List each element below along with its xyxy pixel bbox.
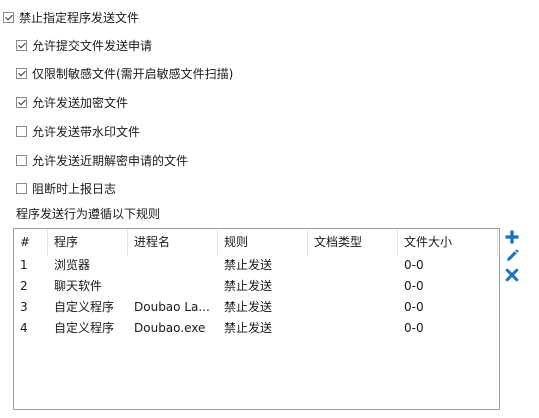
header-program[interactable]: 程序 <box>48 229 128 256</box>
checkbox-label: 允许提交文件发送申请 <box>32 38 153 53</box>
checkbox-label: 仅限制敏感文件(需开启敏感文件扫描) <box>32 66 234 81</box>
cell-rule: 禁止发送 <box>224 321 273 335</box>
pencil-icon <box>507 249 519 261</box>
checkbox-allow-submit-request[interactable]: 允许提交文件发送申请 <box>16 36 152 54</box>
checkbox-label: 允许发送近期解密申请的文件 <box>32 153 189 168</box>
checkbox-label: 允许发送带水印文件 <box>32 124 141 139</box>
cell-doctype <box>308 276 398 297</box>
cell-process: Doubao.exe <box>134 321 206 335</box>
checkbox-label: 允许发送加密文件 <box>32 95 129 110</box>
header-num[interactable]: # <box>14 229 48 256</box>
checkbox-allow-encrypted[interactable]: 允许发送加密文件 <box>16 93 128 111</box>
rules-table[interactable]: # 程序 进程名 规则 文档类型 文件大小 1 浏览器 禁止发送 0-0 2 聊… <box>13 228 500 410</box>
table-row[interactable]: 3 自定义程序 Doubao La... 禁止发送 0-0 <box>14 297 499 318</box>
cell-num: 1 <box>20 258 28 272</box>
checkbox-report-log[interactable]: 阻断时上报日志 <box>16 179 116 197</box>
cell-doctype <box>308 318 398 339</box>
checkbox-box[interactable] <box>16 125 27 137</box>
cell-size: 0-0 <box>404 321 424 335</box>
rules-caption: 程序发送行为遵循以下规则 <box>16 207 161 221</box>
edit-rule-button[interactable] <box>504 248 520 264</box>
delete-rule-button[interactable] <box>504 267 520 283</box>
plus-icon <box>505 230 519 244</box>
cell-doctype <box>308 297 398 318</box>
header-doctype[interactable]: 文档类型 <box>308 229 398 256</box>
cell-num: 4 <box>20 321 28 335</box>
cell-process <box>128 255 218 276</box>
cell-size: 0-0 <box>404 300 424 314</box>
cell-doctype <box>308 255 398 276</box>
checkbox-sensitive-only[interactable]: 仅限制敏感文件(需开启敏感文件扫描) <box>16 64 233 82</box>
table-row[interactable]: 4 自定义程序 Doubao.exe 禁止发送 0-0 <box>14 318 499 339</box>
cell-program: 浏览器 <box>54 258 91 272</box>
checkbox-box[interactable] <box>16 96 27 108</box>
cell-size: 0-0 <box>404 258 424 272</box>
cell-rule: 禁止发送 <box>224 300 273 314</box>
header-size[interactable]: 文件大小 <box>398 229 498 256</box>
checkbox-box[interactable] <box>16 182 27 194</box>
cell-program: 聊天软件 <box>54 279 103 293</box>
add-rule-button[interactable] <box>504 229 520 245</box>
cell-rule: 禁止发送 <box>224 258 273 272</box>
cell-program: 自定义程序 <box>54 321 115 335</box>
cell-program: 自定义程序 <box>54 300 115 314</box>
cell-num: 3 <box>20 300 28 314</box>
cell-size: 0-0 <box>404 279 424 293</box>
checkbox-label: 禁止指定程序发送文件 <box>19 10 140 25</box>
cell-process: Doubao La... <box>134 300 210 314</box>
checkbox-box[interactable] <box>3 11 14 23</box>
checkbox-box[interactable] <box>16 67 27 79</box>
header-process[interactable]: 进程名 <box>128 229 218 256</box>
checkbox-box[interactable] <box>16 39 27 51</box>
cell-num: 2 <box>20 279 28 293</box>
cell-process <box>128 276 218 297</box>
cell-rule: 禁止发送 <box>224 279 273 293</box>
checkbox-box[interactable] <box>16 154 27 166</box>
table-header: # 程序 进程名 规则 文档类型 文件大小 <box>14 229 499 256</box>
table-row[interactable]: 1 浏览器 禁止发送 0-0 <box>14 255 499 276</box>
checkbox-allow-watermark[interactable]: 允许发送带水印文件 <box>16 122 140 140</box>
checkbox-allow-recent-decrypt[interactable]: 允许发送近期解密申请的文件 <box>16 151 188 169</box>
x-icon <box>505 268 519 282</box>
header-rule[interactable]: 规则 <box>218 229 308 256</box>
checkbox-block-program-send[interactable]: 禁止指定程序发送文件 <box>3 8 139 26</box>
table-row[interactable]: 2 聊天软件 禁止发送 0-0 <box>14 276 499 297</box>
checkbox-label: 阻断时上报日志 <box>32 181 117 196</box>
